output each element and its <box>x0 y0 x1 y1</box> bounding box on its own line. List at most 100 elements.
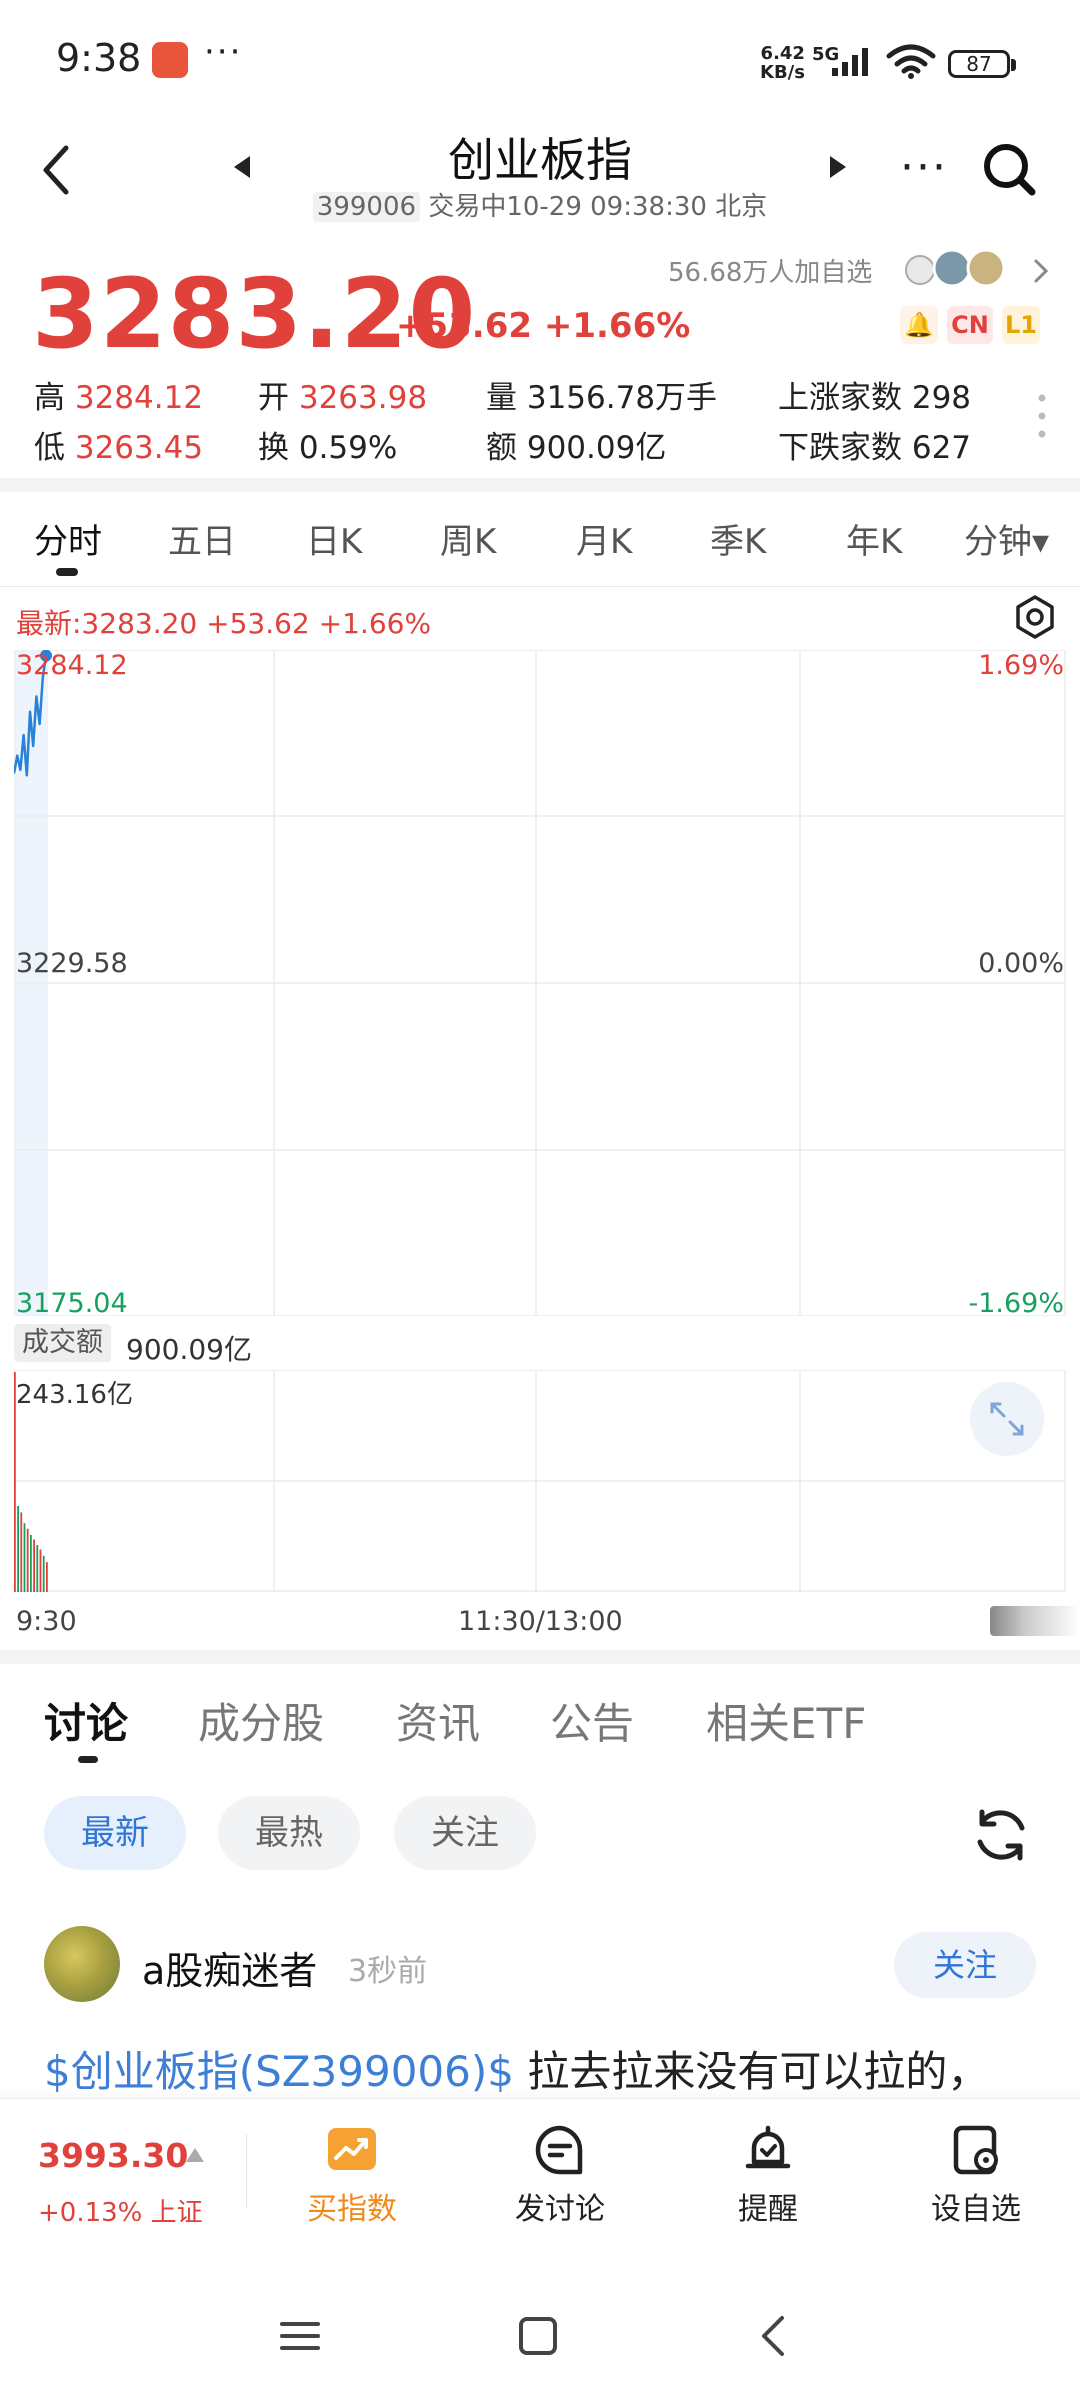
tab-yearly-k[interactable]: 年K <box>846 514 902 563</box>
x-axis-close-time-faded <box>990 1606 1080 1636</box>
stat-high-value: 3284.12 <box>74 380 204 416</box>
stat-decliners: 下跌家数 627 <box>778 422 971 467</box>
intraday-price-chart[interactable] <box>14 650 1066 1316</box>
alarm-icon <box>745 2125 791 2169</box>
stat-amount-label: 额 <box>486 430 517 466</box>
expand-chart-button[interactable] <box>970 1382 1044 1456</box>
stat-advancers-value: 298 <box>911 380 972 416</box>
pct-axis-zero: 0.00% <box>978 948 1064 979</box>
volume-label: 成交额 <box>14 1324 111 1362</box>
tab-announcements[interactable]: 公告 <box>550 1690 634 1751</box>
more-menu-button[interactable]: ··· <box>896 142 952 193</box>
refresh-icon[interactable] <box>970 1804 1032 1866</box>
search-button[interactable] <box>980 140 1040 200</box>
notification-app-icon <box>152 42 188 78</box>
tab-monthly-k[interactable]: 月K <box>576 514 632 563</box>
y-axis-low: 3175.04 <box>16 1288 128 1319</box>
user-avatar[interactable] <box>44 1926 120 2002</box>
stat-low-value: 3263.45 <box>74 430 204 466</box>
page-title: 创业板指 <box>448 133 632 187</box>
shanghai-index-price[interactable]: 3993.30 <box>38 2136 188 2175</box>
post-username[interactable]: a股痴迷者 <box>142 1940 317 1995</box>
filter-hottest[interactable]: 最热 <box>218 1796 360 1870</box>
stock-tag-link[interactable]: $创业板指(SZ399006)$ <box>44 2047 514 2094</box>
post-discussion-button[interactable]: 发讨论 <box>490 2122 630 2228</box>
buy-index-label: 买指数 <box>307 2192 397 2227</box>
expand-up-icon[interactable] <box>186 2148 204 2162</box>
volume-chart[interactable] <box>14 1370 1066 1592</box>
x-axis-midday-time: 11:30/13:00 <box>458 1606 623 1637</box>
active-tab-indicator <box>56 568 78 576</box>
filter-following[interactable]: 关注 <box>394 1796 536 1870</box>
post-discussion-label: 发讨论 <box>515 2192 605 2227</box>
buy-index-button[interactable]: 买指数 <box>282 2122 422 2228</box>
tab-minute-dropdown[interactable]: 分钟▾ <box>964 514 1049 563</box>
alert-button[interactable]: 提醒 <box>698 2122 838 2228</box>
network-speed-unit: KB/s <box>760 62 805 83</box>
tab-news[interactable]: 资讯 <box>396 1690 480 1751</box>
chevron-right-icon[interactable] <box>1032 258 1050 284</box>
stat-amount-value: 900.09亿 <box>526 430 667 466</box>
stat-turnover-value: 0.59% <box>298 430 398 466</box>
y-axis-prev-close: 3229.58 <box>16 948 128 979</box>
tab-weekly-k[interactable]: 周K <box>440 514 496 563</box>
post-content[interactable]: $创业板指(SZ399006)$ 拉去拉来没有可以拉的， <box>44 2038 1044 2094</box>
stat-decliners-label: 下跌家数 <box>778 430 902 466</box>
network-speed: 6.42 KB/s <box>760 44 805 82</box>
previous-index-button[interactable] <box>234 156 250 178</box>
volume-bar <box>17 1506 19 1592</box>
more-stats-icon[interactable] <box>1034 392 1050 440</box>
stat-volume: 量 3156.78万手 <box>486 372 717 417</box>
stat-decliners-value: 627 <box>911 430 972 466</box>
volume-bar <box>39 1549 42 1592</box>
tab-related-etf[interactable]: 相关ETF <box>706 1690 866 1751</box>
follow-user-button[interactable]: 关注 <box>894 1932 1036 1998</box>
tab-intraday[interactable]: 分时 <box>34 514 102 563</box>
stat-volume-label: 量 <box>486 380 517 416</box>
volume-grid <box>14 1370 1066 1592</box>
stat-turnover: 换 0.59% <box>258 422 397 467</box>
tab-discussion[interactable]: 讨论 <box>44 1690 128 1751</box>
shanghai-index-change[interactable]: +0.13% 上证 <box>38 2192 203 2229</box>
section-divider <box>0 1650 1080 1664</box>
filter-latest[interactable]: 最新 <box>44 1796 186 1870</box>
tab-constituents[interactable]: 成分股 <box>198 1690 324 1751</box>
alert-bell-icon[interactable]: 🔔 <box>900 306 938 344</box>
volume-bar <box>36 1545 39 1592</box>
system-back-icon[interactable] <box>754 2312 790 2360</box>
followers-count[interactable]: 56.68万人加自选 <box>668 252 872 289</box>
status-time: 9:38 <box>56 36 142 80</box>
add-watchlist-label: 设自选 <box>931 2192 1021 2227</box>
follower-avatars[interactable] <box>898 246 1014 290</box>
tab-quarterly-k[interactable]: 季K <box>710 514 766 563</box>
trend-chart-icon <box>328 2128 376 2170</box>
market-cn-tag: CN <box>947 306 993 344</box>
signal-icon <box>832 48 868 76</box>
volume-bar <box>30 1535 32 1592</box>
stat-advancers: 上涨家数 298 <box>778 372 971 417</box>
network-speed-value: 6.42 <box>760 43 805 64</box>
add-watchlist-button[interactable]: 设自选 <box>906 2122 1046 2228</box>
status-bar: 9:38 ··· 6.42 KB/s 5G 87 <box>0 0 1080 120</box>
chart-period-tabs: 分时 五日 日K 周K 月K 季K 年K 分钟▾ <box>0 496 1080 586</box>
chart-settings-icon[interactable] <box>1012 594 1058 640</box>
volume-bar <box>42 1555 45 1592</box>
stat-low: 低 3263.45 <box>34 422 203 467</box>
toolbar-separator <box>246 2134 247 2208</box>
volume-bar <box>20 1512 23 1592</box>
tab-daily-k[interactable]: 日K <box>306 514 362 563</box>
stat-volume-value: 3156.78万手 <box>526 380 718 416</box>
recent-apps-icon[interactable] <box>278 2314 322 2358</box>
stat-high: 高 3284.12 <box>34 372 203 417</box>
price-change: +53.62 +1.66% <box>396 306 691 346</box>
post-timestamp: 3秒前 <box>348 1954 428 1989</box>
back-button[interactable] <box>34 140 78 200</box>
next-index-button[interactable] <box>830 156 846 178</box>
home-icon[interactable] <box>516 2314 560 2358</box>
status-more-icon: ··· <box>204 32 243 72</box>
tab-five-day[interactable]: 五日 <box>168 514 236 563</box>
volume-bar <box>26 1528 29 1592</box>
wifi-icon <box>886 44 936 79</box>
x-axis-open-time: 9:30 <box>16 1606 77 1637</box>
stat-high-label: 高 <box>34 380 65 416</box>
